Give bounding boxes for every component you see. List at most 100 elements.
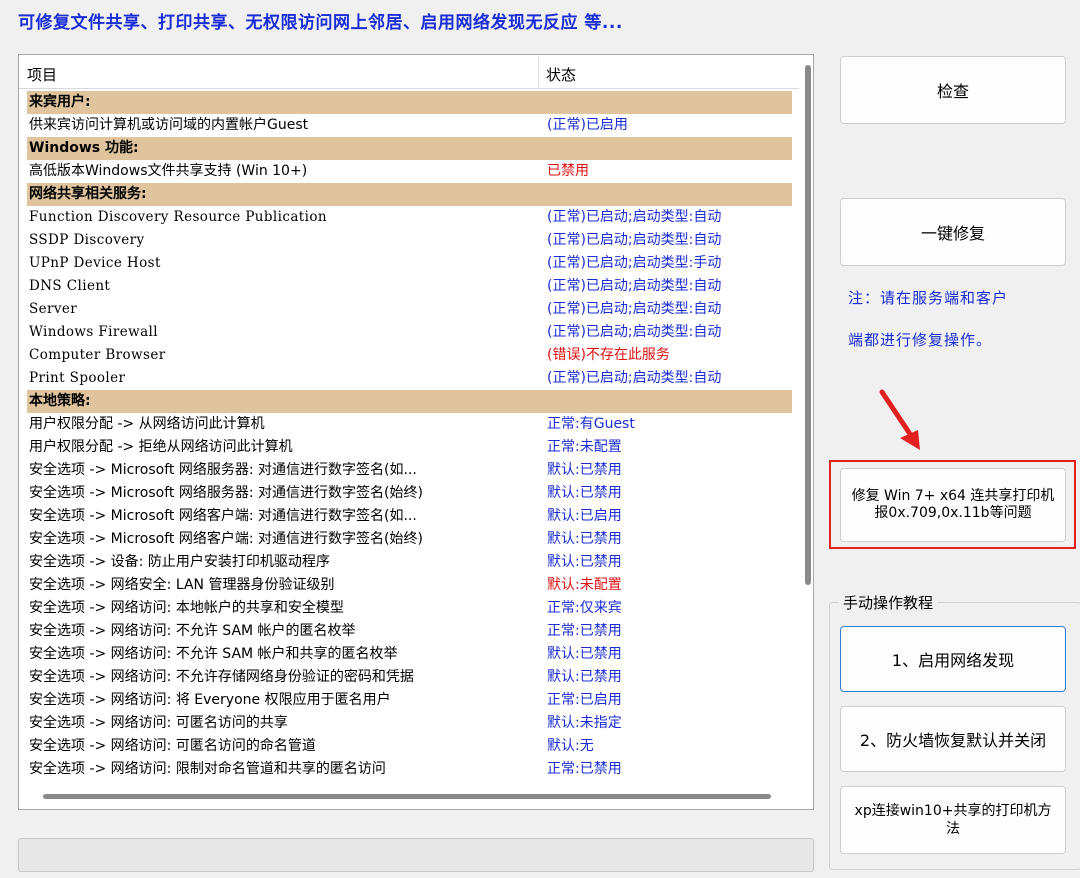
list-item[interactable]: 安全选项 -> Microsoft 网络服务器: 对通信进行数字签名(如... 默… (27, 459, 792, 482)
list-item[interactable]: Computer Browser (错误)不存在此服务 (27, 344, 792, 367)
note-line-1: 注：请在服务端和客户 (848, 289, 1009, 307)
item-label: Computer Browser (29, 347, 166, 363)
item-status: 已禁用 (547, 163, 589, 179)
list-item[interactable]: Windows Firewall (正常)已启动;启动类型:自动 (27, 321, 792, 344)
item-label: 安全选项 -> Microsoft 网络客户端: 对通信进行数字签名(如... (29, 508, 417, 524)
column-header-item[interactable]: 项目 (27, 64, 57, 85)
item-status: (正常)已启用 (547, 117, 628, 133)
list-item[interactable]: 安全选项 -> 网络访问: 可匿名访问的共享 默认:未指定 (27, 712, 792, 735)
list-item[interactable]: DNS Client (正常)已启动;启动类型:自动 (27, 275, 792, 298)
item-status: (错误)不存在此服务 (547, 347, 670, 363)
list-section-header[interactable]: Windows 功能: (27, 137, 792, 160)
list-item[interactable]: 安全选项 -> 网络访问: 不允许存储网络身份验证的密码和凭据 默认:已禁用 (27, 666, 792, 689)
item-label: Print Spooler (29, 370, 126, 386)
item-status: 默认:已禁用 (547, 554, 622, 570)
item-label: Windows 功能: (29, 140, 139, 156)
item-status: 默认:已禁用 (547, 646, 622, 662)
item-status: (正常)已启动;启动类型:自动 (547, 232, 722, 248)
list-section-header[interactable]: 本地策略: (27, 390, 792, 413)
status-list[interactable]: 项目 状态 来宾用户: 供来宾访问计算机或访问域的内置帐户Guest (正常)已启用… (18, 54, 814, 810)
item-label: SSDP Discovery (29, 232, 145, 248)
one-click-fix-button[interactable]: 一键修复 (840, 198, 1066, 266)
list-item[interactable]: Print Spooler (正常)已启动;启动类型:自动 (27, 367, 792, 390)
list-item[interactable]: 安全选项 -> 网络访问: 不允许 SAM 帐户和共享的匿名枚举 默认:已禁用 (27, 643, 792, 666)
status-bar (18, 838, 814, 872)
item-status: 正常:已禁用 (547, 623, 622, 639)
item-label: 安全选项 -> 网络访问: 不允许 SAM 帐户和共享的匿名枚举 (29, 646, 398, 662)
item-label: 高低版本Windows文件共享支持 (Win 10+) (29, 163, 308, 179)
list-item[interactable]: Server (正常)已启动;启动类型:自动 (27, 298, 792, 321)
list-item[interactable]: 用户权限分配 -> 从网络访问此计算机 正常:有Guest (27, 413, 792, 436)
list-item[interactable]: 安全选项 -> 网络访问: 不允许 SAM 帐户的匿名枚举 正常:已禁用 (27, 620, 792, 643)
xp-printer-method-button[interactable]: xp连接win10+共享的打印机方法 (840, 786, 1066, 854)
item-label: 网络共享相关服务: (29, 186, 147, 202)
list-rows: 来宾用户: 供来宾访问计算机或访问域的内置帐户Guest (正常)已启用 Window… (27, 91, 792, 781)
list-item[interactable]: 安全选项 -> Microsoft 网络服务器: 对通信进行数字签名(始终) 默认… (27, 482, 792, 505)
list-section-header[interactable]: 网络共享相关服务: (27, 183, 792, 206)
enable-network-discovery-button[interactable]: 1、启用网络发现 (840, 626, 1066, 692)
horizontal-scrollbar[interactable] (43, 794, 771, 799)
list-section-header[interactable]: 来宾用户: (27, 91, 792, 114)
item-label: 用户权限分配 -> 拒绝从网络访问此计算机 (29, 439, 293, 455)
list-item[interactable]: Function Discovery Resource Publication (… (27, 206, 792, 229)
item-status: 正常:仅来宾 (547, 600, 622, 616)
item-label: UPnP Device Host (29, 255, 161, 271)
item-status: (正常)已启动;启动类型:自动 (547, 301, 722, 317)
item-status: 正常:已启用 (547, 692, 622, 708)
item-label: 本地策略: (29, 393, 91, 409)
note-line-2: 端都进行修复操作。 (848, 331, 993, 349)
item-status: (正常)已启动;启动类型:自动 (547, 370, 722, 386)
list-item[interactable]: UPnP Device Host (正常)已启动;启动类型:手动 (27, 252, 792, 275)
item-status: 默认:无 (547, 738, 594, 754)
manual-tutorial-title: 手动操作教程 (839, 592, 938, 613)
item-status: 正常:已禁用 (547, 761, 622, 777)
item-label: 安全选项 -> 网络访问: 本地帐户的共享和安全模型 (29, 600, 344, 616)
item-label: 安全选项 -> 网络访问: 限制对命名管道和共享的匿名访问 (29, 761, 386, 777)
red-arrow-icon (879, 389, 920, 450)
column-divider[interactable] (538, 55, 539, 89)
column-header-status[interactable]: 状态 (546, 64, 576, 85)
list-item[interactable]: 安全选项 -> Microsoft 网络客户端: 对通信进行数字签名(如... 默… (27, 505, 792, 528)
item-label: 安全选项 -> Microsoft 网络客户端: 对通信进行数字签名(始终) (29, 531, 423, 547)
item-label: 来宾用户: (29, 94, 91, 110)
item-status: 默认:已禁用 (547, 531, 622, 547)
list-item[interactable]: 高低版本Windows文件共享支持 (Win 10+) 已禁用 (27, 160, 792, 183)
list-header: 项目 状态 (19, 55, 799, 89)
vertical-scrollbar[interactable] (805, 65, 811, 585)
item-label: DNS Client (29, 278, 111, 294)
item-label: Windows Firewall (29, 324, 158, 340)
item-label: 安全选项 -> Microsoft 网络服务器: 对通信进行数字签名(始终) (29, 485, 423, 501)
item-label: 供来宾访问计算机或访问域的内置帐户Guest (29, 117, 309, 133)
list-item[interactable]: 安全选项 -> 网络访问: 限制对命名管道和共享的匿名访问 正常:已禁用 (27, 758, 792, 781)
list-item[interactable]: 安全选项 -> 网络安全: LAN 管理器身份验证级别 默认:未配置 (27, 574, 792, 597)
item-label: Server (29, 301, 78, 317)
list-item[interactable]: 安全选项 -> Microsoft 网络客户端: 对通信进行数字签名(始终) 默认… (27, 528, 792, 551)
check-button[interactable]: 检查 (840, 56, 1066, 124)
list-item[interactable]: 用户权限分配 -> 拒绝从网络访问此计算机 正常:未配置 (27, 436, 792, 459)
banner-text: 可修复文件共享、打印共享、无权限访问网上邻居、启用网络发现无反应 等... (18, 13, 623, 33)
item-status: (正常)已启动;启动类型:手动 (547, 255, 722, 271)
list-item[interactable]: 安全选项 -> 设备: 防止用户安装打印机驱动程序 默认:已禁用 (27, 551, 792, 574)
item-label: 安全选项 -> 网络访问: 可匿名访问的命名管道 (29, 738, 316, 754)
list-item[interactable]: SSDP Discovery (正常)已启动;启动类型:自动 (27, 229, 792, 252)
item-status: 正常:有Guest (547, 416, 635, 432)
win7-printer-fix-button[interactable]: 修复 Win 7+ x64 连共享打印机报0x.709,0x.11b等问题 (840, 468, 1066, 542)
item-label: 安全选项 -> 网络访问: 将 Everyone 权限应用于匿名用户 (29, 692, 391, 708)
list-item[interactable]: 安全选项 -> 网络访问: 可匿名访问的命名管道 默认:无 (27, 735, 792, 758)
item-label: 安全选项 -> 网络访问: 不允许存储网络身份验证的密码和凭据 (29, 669, 414, 685)
item-label: 用户权限分配 -> 从网络访问此计算机 (29, 416, 265, 432)
item-status: 默认:已禁用 (547, 462, 622, 478)
item-status: (正常)已启动;启动类型:自动 (547, 209, 722, 225)
item-label: 安全选项 -> 网络访问: 不允许 SAM 帐户的匿名枚举 (29, 623, 356, 639)
item-status: 默认:未配置 (547, 577, 622, 593)
reset-firewall-button[interactable]: 2、防火墙恢复默认并关闭 (840, 706, 1066, 772)
list-item[interactable]: 安全选项 -> 网络访问: 本地帐户的共享和安全模型 正常:仅来宾 (27, 597, 792, 620)
item-status: 默认:已禁用 (547, 485, 622, 501)
item-status: 正常:未配置 (547, 439, 622, 455)
list-item[interactable]: 供来宾访问计算机或访问域的内置帐户Guest (正常)已启用 (27, 114, 792, 137)
item-label: 安全选项 -> 网络安全: LAN 管理器身份验证级别 (29, 577, 335, 593)
item-status: 默认:未指定 (547, 715, 622, 731)
item-label: 安全选项 -> 设备: 防止用户安装打印机驱动程序 (29, 554, 330, 570)
list-item[interactable]: 安全选项 -> 网络访问: 将 Everyone 权限应用于匿名用户 正常:已启用 (27, 689, 792, 712)
item-label: Function Discovery Resource Publication (29, 209, 327, 225)
